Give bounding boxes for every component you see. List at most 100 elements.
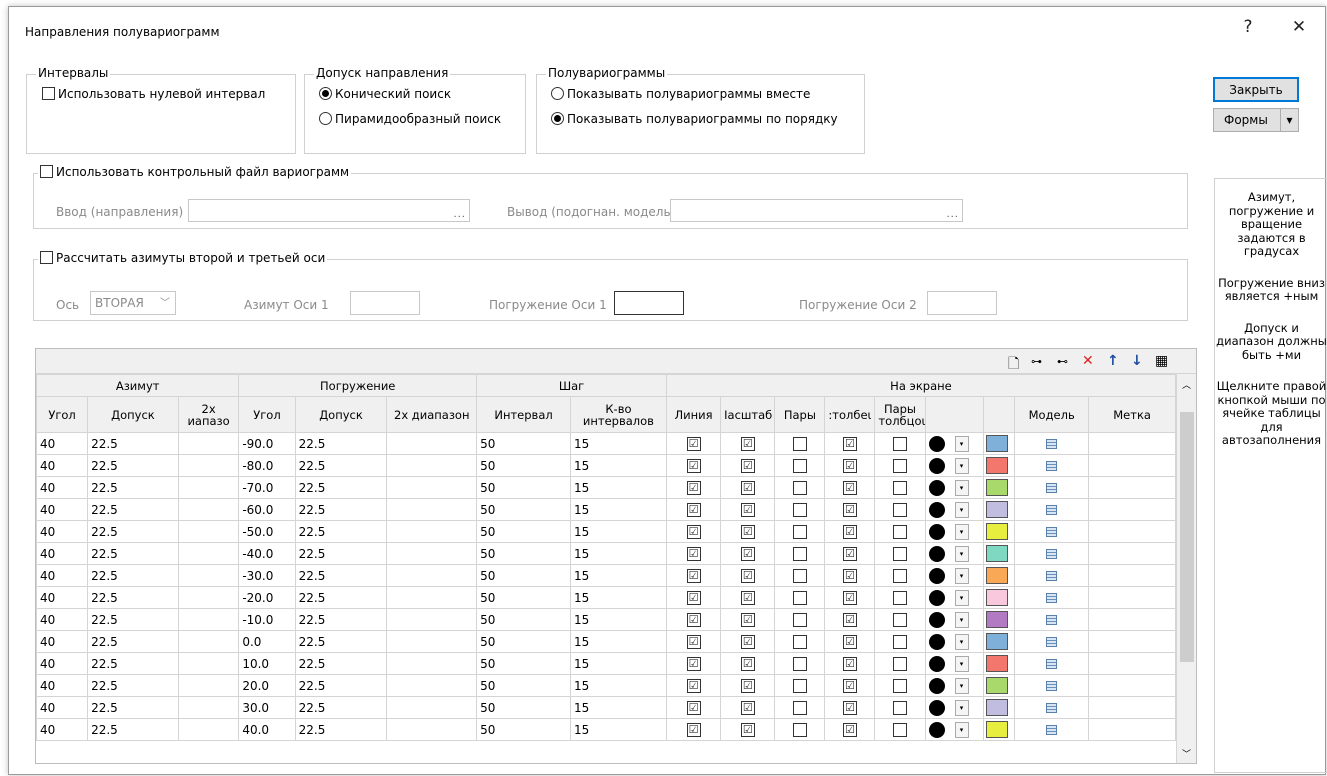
cell-model[interactable] [1014, 432, 1090, 455]
move-up-icon[interactable]: ↑ [1107, 353, 1119, 369]
cell-az-angle[interactable]: 40 [36, 454, 89, 477]
browse-output-icon[interactable]: ... [946, 209, 959, 220]
chevron-down-icon[interactable]: ▾ [954, 589, 969, 606]
pairs-checkbox[interactable] [792, 590, 807, 605]
cell-pair-bars[interactable] [874, 586, 926, 609]
cell-az-angle[interactable]: 40 [36, 432, 89, 455]
cell-symbol[interactable]: ▾ [924, 652, 984, 675]
cell-az-angle[interactable]: 40 [36, 476, 89, 499]
cell-az-angle[interactable]: 40 [36, 542, 89, 565]
col-label[interactable]: Метка [1088, 396, 1176, 433]
cell-line[interactable]: ☑ [665, 674, 722, 697]
conic-radio[interactable] [319, 87, 332, 100]
chevron-down-icon[interactable]: ▾ [954, 721, 969, 738]
model-table-icon[interactable] [1046, 439, 1058, 449]
cell-interval[interactable]: 50 [476, 696, 571, 719]
cell-scale[interactable]: ☑ [720, 432, 776, 455]
pairs-checkbox[interactable] [792, 436, 807, 451]
cell-symbol[interactable]: ▾ [924, 630, 984, 653]
cell-scale[interactable]: ☑ [720, 674, 776, 697]
cell-interval[interactable]: 50 [476, 608, 571, 631]
cell-pairs[interactable] [774, 454, 826, 477]
cell-pair-bars[interactable] [874, 696, 926, 719]
color-swatch[interactable] [985, 523, 1008, 540]
cell-model[interactable] [1014, 564, 1090, 587]
table-row[interactable]: 40 22.5 10.0 22.5 50 15 ☑ ☑ ☑ ▾ [36, 652, 1176, 675]
cell-model[interactable] [1014, 696, 1090, 719]
cell-pair-bars[interactable] [874, 674, 926, 697]
color-swatch[interactable] [985, 479, 1008, 496]
cell-az-tol[interactable]: 22.5 [87, 696, 179, 719]
pairs-checkbox[interactable] [792, 612, 807, 627]
cell-az-angle[interactable]: 40 [36, 652, 89, 675]
cell-symbol[interactable]: ▾ [924, 586, 984, 609]
scale-checkbox[interactable]: ☑ [740, 634, 755, 649]
cell-model[interactable] [1014, 476, 1090, 499]
cell-dip-angle[interactable]: 40.0 [238, 718, 296, 741]
pairs-checkbox[interactable] [792, 678, 807, 693]
table-row[interactable]: 40 22.5 -30.0 22.5 50 15 ☑ ☑ ☑ ▾ [36, 564, 1176, 587]
insert-rows-icon[interactable]: ⊶ [1031, 355, 1042, 368]
cell-scale[interactable]: ☑ [720, 564, 776, 587]
cell-bars[interactable]: ☑ [824, 586, 876, 609]
cell-pairs[interactable] [774, 564, 826, 587]
cell-scale[interactable]: ☑ [720, 498, 776, 521]
model-table-icon[interactable] [1046, 725, 1058, 735]
cell-line[interactable]: ☑ [665, 586, 722, 609]
cell-interval[interactable]: 50 [476, 498, 571, 521]
bars-checkbox[interactable]: ☑ [842, 722, 857, 737]
chevron-down-icon[interactable]: ▾ [1280, 109, 1298, 131]
table-row[interactable]: 40 22.5 0.0 22.5 50 15 ☑ ☑ ☑ ▾ [36, 630, 1176, 653]
cell-color[interactable] [982, 718, 1016, 741]
cell-dip-tol[interactable]: 22.5 [294, 608, 388, 631]
cell-az-range[interactable] [177, 608, 240, 631]
axes-option[interactable]: Рассчитать азимуты второй и третьей оси [38, 251, 328, 265]
col-interval-count[interactable]: К-во интервалов [569, 396, 667, 433]
line-checkbox[interactable]: ☑ [686, 590, 701, 605]
cell-az-tol[interactable]: 22.5 [87, 542, 179, 565]
cell-model[interactable] [1014, 520, 1090, 543]
pair-bars-checkbox[interactable] [892, 502, 907, 517]
cell-symbol[interactable]: ▾ [924, 564, 984, 587]
cell-dip-angle[interactable]: 0.0 [238, 630, 296, 653]
zero-interval-checkbox[interactable] [42, 87, 55, 100]
col-interval[interactable]: Интервал [476, 396, 571, 433]
color-swatch[interactable] [985, 501, 1008, 518]
line-checkbox[interactable]: ☑ [686, 502, 701, 517]
pyramid-option[interactable]: Пирамидообразный поиск [319, 112, 501, 126]
cell-scale[interactable]: ☑ [720, 586, 776, 609]
color-swatch[interactable] [985, 589, 1008, 606]
cell-interval[interactable]: 50 [476, 454, 571, 477]
cell-pair-bars[interactable] [874, 542, 926, 565]
move-down-icon[interactable]: ↓ [1131, 353, 1143, 369]
cell-az-tol[interactable]: 22.5 [87, 674, 179, 697]
chevron-down-icon[interactable]: ▾ [954, 699, 969, 716]
col-symbol[interactable] [924, 396, 984, 433]
cell-interval-count[interactable]: 15 [569, 498, 667, 521]
line-checkbox[interactable]: ☑ [686, 612, 701, 627]
col-dip-angle[interactable]: Угол [238, 396, 296, 433]
dip2-input[interactable] [927, 291, 997, 315]
close-button[interactable]: Закрыть [1213, 77, 1299, 102]
cell-symbol[interactable]: ▾ [924, 520, 984, 543]
cell-bars[interactable]: ☑ [824, 542, 876, 565]
cell-dip-angle[interactable]: 10.0 [238, 652, 296, 675]
cell-model[interactable] [1014, 454, 1090, 477]
pairs-checkbox[interactable] [792, 458, 807, 473]
chevron-down-icon[interactable]: ▾ [954, 567, 969, 584]
cell-az-tol[interactable]: 22.5 [87, 432, 179, 455]
cell-scale[interactable]: ☑ [720, 608, 776, 631]
line-checkbox[interactable]: ☑ [686, 722, 701, 737]
cell-bars[interactable]: ☑ [824, 476, 876, 499]
scale-checkbox[interactable]: ☑ [740, 590, 755, 605]
pair-bars-checkbox[interactable] [892, 524, 907, 539]
help-button[interactable]: ? [1238, 17, 1258, 37]
cell-pairs[interactable] [774, 520, 826, 543]
cell-dip-tol[interactable]: 22.5 [294, 564, 388, 587]
cell-pairs[interactable] [774, 674, 826, 697]
cell-line[interactable]: ☑ [665, 652, 722, 675]
model-table-icon[interactable] [1046, 681, 1058, 691]
cell-dip-range[interactable] [386, 498, 478, 521]
cell-interval-count[interactable]: 15 [569, 630, 667, 653]
cell-dip-tol[interactable]: 22.5 [294, 630, 388, 653]
